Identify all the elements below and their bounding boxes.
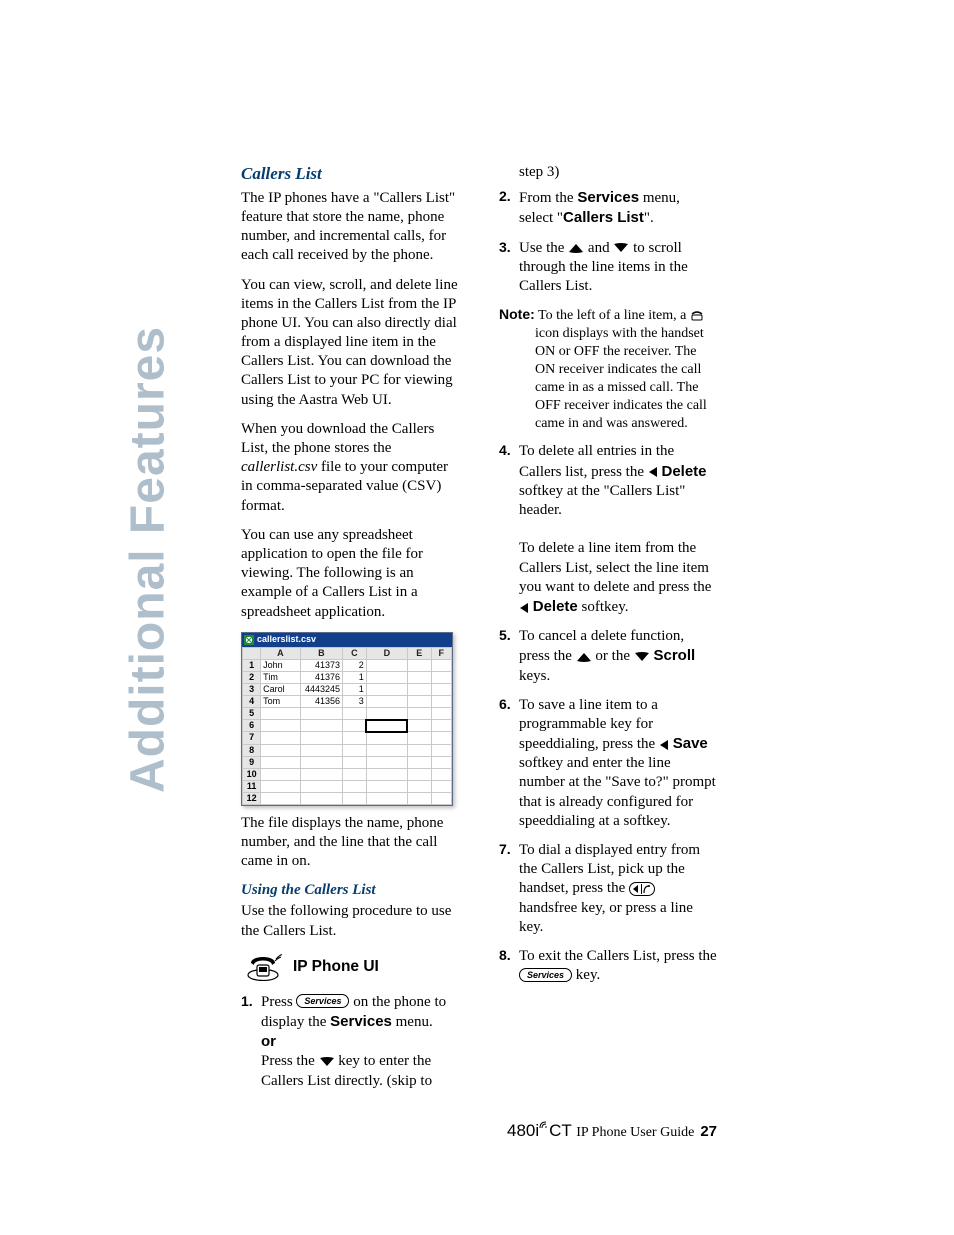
heading-using-callers-list: Using the Callers List (241, 881, 459, 900)
down-arrow-icon (613, 243, 629, 253)
phone-handset-icon (690, 311, 704, 321)
services-key-icon: Services (519, 968, 572, 982)
step-continuation: step 3) (499, 163, 717, 182)
spreadsheet-title-bar: callerslist.csv (242, 633, 452, 647)
step-1: Press Services on the phone to display t… (241, 993, 459, 1091)
spreadsheet-filename: callerslist.csv (257, 634, 316, 646)
signal-icon (539, 1119, 549, 1129)
body-text: When you download the Callers List, the … (241, 420, 459, 516)
body-text: You can use any spreadsheet application … (241, 526, 459, 622)
body-text: You can view, scroll, and delete line it… (241, 276, 459, 410)
model-number: 480iCT (507, 1121, 576, 1140)
filename: callerlist.csv (241, 459, 317, 475)
step-3: Use the and to scroll through the line i… (499, 239, 717, 297)
body-text: The file displays the name, phone number… (241, 814, 459, 872)
table-row: 11 (243, 780, 452, 792)
step-6: To save a line item to a programmable ke… (499, 696, 717, 831)
body-text: Use the following procedure to use the C… (241, 902, 459, 940)
selected-cell (366, 720, 407, 732)
phone-icon (245, 953, 283, 981)
left-arrow-icon (659, 739, 669, 751)
step-2: From the Services menu, select "Callers … (499, 188, 717, 228)
header-row: A B C D E F (243, 647, 452, 659)
down-arrow-icon (319, 1057, 335, 1067)
step-5: To cancel a delete function, press the o… (499, 627, 717, 686)
procedure-steps-right-cont: To delete all entries in the Callers lis… (499, 442, 717, 985)
spreadsheet-grid: A B C D E F 1John413732 2Tim413761 3Caro… (242, 647, 452, 805)
page: Additional Features Callers List The IP … (0, 0, 954, 1235)
spreadsheet-screenshot: callerslist.csv A B C D E F 1John413732 … (241, 632, 453, 806)
guide-title: IP Phone User Guide (576, 1125, 694, 1140)
body-text: The IP phones have a "Callers List" feat… (241, 189, 459, 266)
table-row: 9 (243, 756, 452, 768)
table-row: 6 (243, 720, 452, 732)
excel-icon (244, 635, 254, 645)
table-row: 12 (243, 792, 452, 804)
up-arrow-icon (568, 243, 584, 253)
table-row: 1John413732 (243, 659, 452, 671)
step-8: To exit the Callers List, press the Serv… (499, 947, 717, 985)
page-footer: 480iCT IP Phone User Guide 27 (499, 1121, 717, 1141)
services-key-icon: Services (296, 994, 349, 1008)
table-row: 10 (243, 768, 452, 780)
procedure-steps-right: From the Services menu, select "Callers … (499, 188, 717, 296)
note-block: Note: To the left of a line item, a icon… (499, 306, 717, 432)
step-7: To dial a displayed entry from the Calle… (499, 841, 717, 937)
right-column: step 3) From the Services menu, select "… (499, 163, 717, 995)
table-row: 2Tim413761 (243, 671, 452, 683)
page-number: 27 (700, 1123, 717, 1140)
ip-phone-ui-heading: IP Phone UI (245, 953, 459, 981)
handsfree-key-icon (629, 882, 655, 896)
left-arrow-icon (648, 466, 658, 478)
table-row: 7 (243, 732, 452, 745)
table-row: 3Carol44432451 (243, 683, 452, 695)
ip-phone-ui-label: IP Phone UI (293, 957, 379, 977)
note-label: Note: (499, 306, 535, 322)
step-4: To delete all entries in the Callers lis… (499, 442, 717, 617)
table-row: 4Tom413563 (243, 695, 452, 707)
left-column: Callers List The IP phones have a "Calle… (241, 163, 459, 1101)
table-row: 5 (243, 707, 452, 720)
up-arrow-icon (576, 652, 592, 662)
down-arrow-icon (634, 652, 650, 662)
procedure-steps-left: Press Services on the phone to display t… (241, 993, 459, 1091)
left-arrow-icon (519, 602, 529, 614)
table-row: 8 (243, 744, 452, 756)
or-label: or (261, 1033, 276, 1050)
heading-callers-list: Callers List (241, 163, 459, 185)
section-tab-label: Additional Features (121, 326, 176, 793)
